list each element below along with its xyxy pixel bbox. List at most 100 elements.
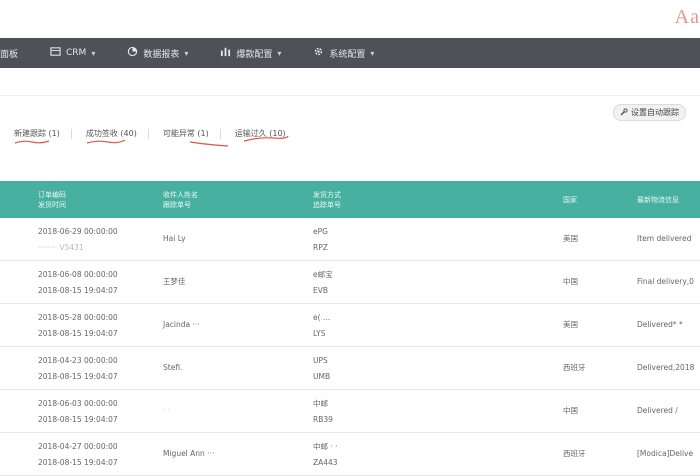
nav-item-reports[interactable]: 数据报表 ▾ [111,38,204,68]
tracking-number: LYS [313,329,326,338]
tracking-number: RB39 [313,415,333,424]
tracking-number: UMB [313,372,331,381]
ship-time: 2018-08-15 19:04:07 [38,286,118,295]
divider [0,95,700,96]
shipping-cell: 中邮 RB39 [313,396,333,428]
auto-track-settings-button[interactable]: 设置自动跟踪 [613,104,686,121]
tab-new-tracking[interactable]: 新建跟踪 (1) [14,128,72,144]
table-row[interactable]: 2018-04-23 00:00:00 2018-08-15 19:04:07 S… [0,347,700,390]
header-col-latest-info: 最新物流信息 [637,195,679,205]
country-cell: 中国 [563,277,578,286]
gear-icon [313,46,324,60]
recipient-cell: Jacinda ··· [163,320,200,329]
header-col-country: 国家 [563,195,577,205]
table-row[interactable]: 2018-06-29 00:00:00 ········ V5431 Hai Ly… [0,218,700,261]
header-text: 发货方式 [313,191,341,199]
order-id: ········ V5431 [38,243,84,252]
nav-item-label: 系统配置 [329,49,366,60]
report-icon [127,46,138,60]
shipping-method: e邮宝 [313,270,333,279]
shipping-method: UPS [313,356,328,365]
orders-table: 订单编码 发货时间 收件人姓名 跟踪单号 发货方式 追踪单号 国家 最新物流信息… [0,181,700,476]
settings-button-label: 设置自动跟踪 [631,108,679,117]
tab-label: 成功签收 (40) [85,129,137,138]
nav-item-system-config[interactable]: 系统配置 ▾ [297,38,390,68]
chevron-down-icon: ▾ [184,48,189,58]
country-cell: 西班牙 [563,363,586,372]
header-text: 订单编码 [38,191,66,199]
tab-underline [243,135,289,142]
order-cell: 2018-05-28 00:00:00 2018-08-15 19:04:07 [38,310,118,342]
nav-item-label: 爆款配置 [236,49,273,60]
header-text: 追踪单号 [313,201,341,209]
order-cell: 2018-06-29 00:00:00 ········ V5431 [38,224,118,256]
header-text: 最新物流信息 [637,196,679,204]
status-tabs: 新建跟踪 (1) 成功签收 (40) 可能异常 (1) 运输过久 (10) [14,128,312,147]
shipping-cell: e邮宝 EVB [313,267,333,299]
latest-info-cell: Delivered,2018 [637,363,695,372]
table-header: 订单编码 发货时间 收件人姓名 跟踪单号 发货方式 追踪单号 国家 最新物流信息 [0,181,700,218]
order-date: 2018-06-08 00:00:00 [38,270,118,279]
shipping-cell: e( ... LYS [313,310,330,342]
shipping-method: 中邮 [313,399,328,408]
crm-icon [50,46,61,60]
tracking-number: RPZ [313,243,328,252]
table-row[interactable]: 2018-06-08 00:00:00 2018-08-15 19:04:07 王… [0,261,700,304]
recipient-cell: 王梦佳 [163,277,186,286]
chevron-down-icon: ▾ [370,48,375,58]
chevron-down-icon: ▾ [91,48,96,58]
order-date: 2018-04-23 00:00:00 [38,356,118,365]
nav-item-label: CRM [66,48,87,58]
top-navigation-bar: 面板 CRM ▾ 数据报表 ▾ 爆款配置 ▾ 系统配置 ▾ [0,38,700,68]
shipping-cell: UPS UMB [313,353,330,385]
header-text: 收件人姓名 [163,191,198,199]
order-date: 2018-04-27 00:00:00 [38,442,118,451]
nav-item-crm[interactable]: CRM ▾ [34,38,111,68]
tab-transit-too-long[interactable]: 运输过久 (10) [235,128,298,142]
latest-info-cell: Delivered* * [637,320,683,329]
latest-info-cell: Delivered / [637,406,678,415]
nav-item-label: 面板 [0,49,19,60]
shipping-cell: 中邮 · · ZA443 [313,439,338,471]
table-row[interactable]: 2018-05-28 00:00:00 2018-08-15 19:04:07 J… [0,304,700,347]
tab-label: 新建跟踪 (1) [14,129,60,138]
order-cell: 2018-06-08 00:00:00 2018-08-15 19:04:07 [38,267,118,299]
nav-item-label: 数据报表 [143,49,180,60]
recipient-cell: Stefi. [163,363,183,372]
header-text: 国家 [563,196,577,204]
header-col-recipient: 收件人姓名 跟踪单号 [163,190,198,210]
order-date: 2018-06-03 00:00:00 [38,399,118,408]
ship-time: 2018-08-15 19:04:07 [38,415,118,424]
chart-bars-icon [220,46,231,60]
header-col-shipping: 发货方式 追踪单号 [313,190,341,210]
country-cell: 美国 [563,320,578,329]
shipping-method: ePG [313,227,328,236]
tab-delivered[interactable]: 成功签收 (40) [85,128,149,144]
order-date: 2018-05-28 00:00:00 [38,313,118,322]
order-cell: 2018-06-03 00:00:00 2018-08-15 19:04:07 [38,396,118,428]
wrench-icon [620,107,628,118]
nav-item-hot-config[interactable]: 爆款配置 ▾ [204,38,297,68]
order-cell: 2018-04-27 00:00:00 2018-08-15 19:04:07 [38,439,118,471]
ship-time: 2018-08-15 19:04:07 [38,329,118,338]
header-col-order: 订单编码 发货时间 [38,190,66,210]
header-text: 跟踪单号 [163,201,191,209]
table-row[interactable]: 2018-06-03 00:00:00 2018-08-15 19:04:07 ·… [0,390,700,433]
tab-possible-exception[interactable]: 可能异常 (1) [163,128,228,147]
latest-info-cell: Item delivered [637,234,692,243]
ship-time: 2018-08-15 19:04:07 [38,372,118,381]
tab-underline [86,139,126,144]
nav-item-dashboard[interactable]: 面板 [0,38,34,68]
header-text: 发货时间 [38,201,66,209]
ship-time: 2018-08-15 19:04:07 [38,458,118,467]
order-cell: 2018-04-23 00:00:00 2018-08-15 19:04:07 [38,353,118,385]
shipping-method: 中邮 · · [313,442,338,451]
country-cell: 中国 [563,406,578,415]
brand-logo: Aa [674,6,700,28]
shipping-cell: ePG RPZ [313,224,328,256]
tab-underline [189,141,228,147]
tracking-number: EVB [313,286,329,295]
chevron-down-icon: ▾ [277,48,282,58]
tracking-number: ZA443 [313,458,338,467]
country-cell: 西班牙 [563,449,586,458]
